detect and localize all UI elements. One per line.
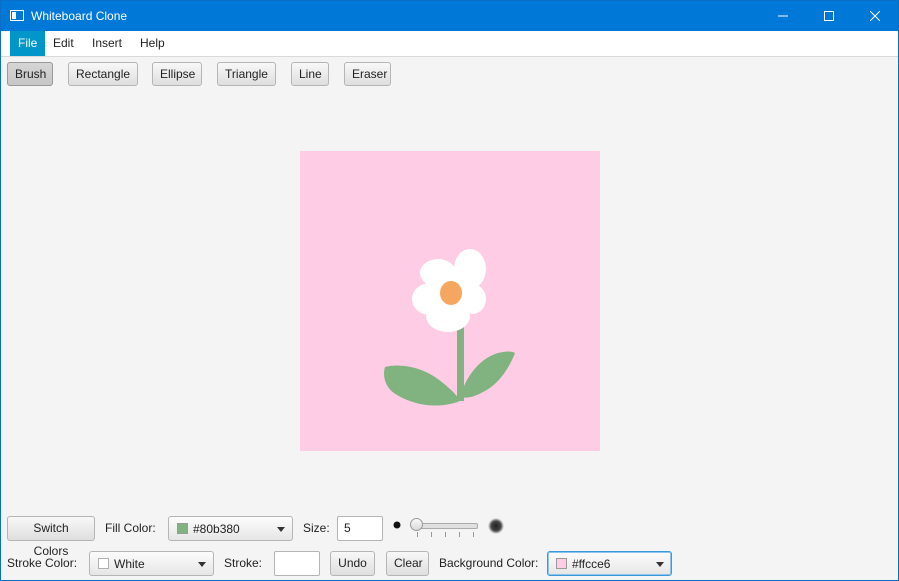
title-bar[interactable]: Whiteboard Clone <box>1 1 898 31</box>
undo-button[interactable]: Undo <box>330 551 375 576</box>
menu-bar: File Edit Insert Help <box>1 31 898 57</box>
chevron-down-icon <box>198 562 206 567</box>
stroke-color-label: Stroke Color: <box>7 556 78 570</box>
tool-triangle-button[interactable]: Triangle <box>217 62 276 86</box>
close-icon <box>870 11 880 21</box>
size-label: Size: <box>303 521 330 535</box>
stroke-color-picker[interactable]: White <box>89 551 214 576</box>
minimize-button[interactable] <box>760 1 806 31</box>
stroke-color-value: White <box>114 557 145 571</box>
large-brush-dot-icon <box>488 518 504 534</box>
background-color-label: Background Color: <box>439 556 539 570</box>
menu-edit[interactable]: Edit <box>45 31 82 56</box>
chevron-down-icon <box>656 562 664 567</box>
slider-tick <box>459 532 460 537</box>
app-window-icon <box>10 10 24 21</box>
menu-insert[interactable]: Insert <box>84 31 130 56</box>
tool-brush-button[interactable]: Brush <box>7 62 53 86</box>
size-slider-thumb[interactable] <box>410 518 423 531</box>
maximize-icon <box>824 11 834 21</box>
slider-tick <box>473 532 474 537</box>
slider-tick <box>445 532 446 537</box>
minimize-icon <box>778 15 788 17</box>
fill-color-value: #80b380 <box>193 522 240 536</box>
size-input[interactable]: 5 <box>337 516 383 541</box>
window-title: Whiteboard Clone <box>31 9 128 23</box>
fill-color-swatch <box>177 523 188 534</box>
menu-file[interactable]: File <box>10 31 46 56</box>
flower-center <box>440 281 462 305</box>
slider-tick <box>417 532 418 537</box>
background-color-value: #ffcce6 <box>572 557 611 571</box>
clear-button[interactable]: Clear <box>386 551 429 576</box>
menu-help[interactable]: Help <box>132 31 173 56</box>
stroke-label: Stroke: <box>224 556 263 570</box>
close-button[interactable] <box>852 1 898 31</box>
slider-tick <box>431 532 432 537</box>
fill-color-picker[interactable]: #80b380 <box>168 516 293 541</box>
tool-rectangle-button[interactable]: Rectangle <box>68 62 138 86</box>
background-color-picker[interactable]: #ffcce6 <box>547 551 672 576</box>
fill-color-label: Fill Color: <box>105 521 156 535</box>
stroke-input[interactable] <box>274 551 320 576</box>
maximize-button[interactable] <box>806 1 852 31</box>
chevron-down-icon <box>277 527 285 532</box>
small-brush-dot-icon <box>393 521 401 529</box>
stroke-color-swatch <box>98 558 109 569</box>
tool-line-button[interactable]: Line <box>291 62 329 86</box>
background-color-swatch <box>556 558 567 569</box>
app-window: Whiteboard Clone File Edit Insert Help B… <box>0 0 899 581</box>
drawing-canvas[interactable] <box>300 151 600 451</box>
tool-eraser-button[interactable]: Eraser <box>344 62 391 86</box>
canvas-drawing <box>300 151 600 451</box>
switch-colors-button[interactable]: Switch Colors <box>7 516 95 558</box>
tool-ellipse-button[interactable]: Ellipse <box>152 62 202 86</box>
